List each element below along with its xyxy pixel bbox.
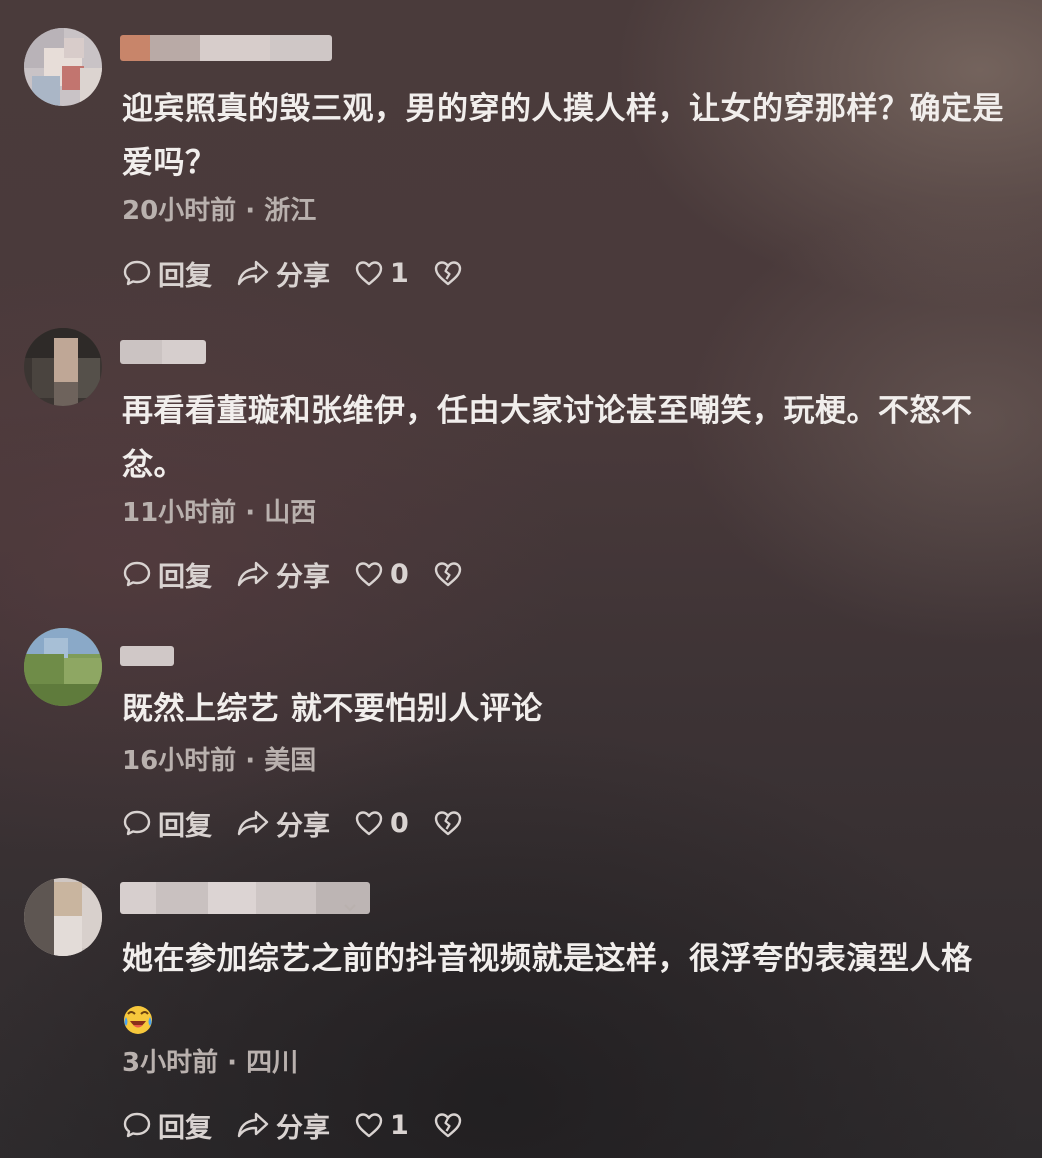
like-count: 1 (390, 1109, 409, 1141)
share-arrow-icon (237, 810, 269, 836)
comment-meta: 11小时前 · 山西 (122, 498, 316, 528)
reply-button[interactable]: 回复 (122, 254, 212, 293)
heart-icon (355, 811, 383, 836)
comment-meta: 3小时前 · 四川 (122, 1048, 298, 1078)
speech-bubble-icon (123, 810, 151, 836)
comment-time: 20小时前 (122, 196, 237, 226)
reply-button[interactable]: 回复 (122, 804, 212, 843)
avatar[interactable] (24, 628, 102, 706)
heart-icon (355, 562, 383, 587)
share-arrow-icon (237, 1112, 269, 1138)
avatar[interactable] (24, 878, 102, 956)
comment-text: 她在参加综艺之前的抖音视频就是这样，很浮夸的表演型人格 (122, 932, 1032, 1040)
broken-heart-icon (434, 562, 461, 587)
speech-bubble-icon (123, 561, 151, 587)
share-label: 分享 (276, 561, 330, 593)
like-count: 0 (390, 807, 409, 839)
share-label: 分享 (276, 810, 330, 842)
comment-time: 16小时前 (122, 746, 237, 776)
share-button[interactable]: 分享 (236, 555, 330, 594)
heart-icon (355, 261, 383, 286)
comment-actions: 回复 分享 1 (122, 254, 493, 293)
reply-label: 回复 (158, 561, 212, 593)
comment-location: 美国 (264, 746, 317, 776)
username-blurred[interactable] (120, 646, 174, 666)
username-blurred[interactable] (120, 882, 370, 914)
comment-text: 迎宾照真的毁三观，男的穿的人摸人样，让女的穿那样？确定是爱吗？ (122, 91, 1004, 181)
comment-actions: 回复 分享 0 (122, 555, 493, 594)
dislike-button[interactable] (433, 808, 469, 838)
share-arrow-icon (237, 561, 269, 587)
share-arrow-icon (237, 260, 269, 286)
like-count: 0 (390, 558, 409, 590)
comment-text: 再看看董璇和张维伊，任由大家讨论甚至嘲笑，玩梗。不怒不忿。 (122, 393, 973, 483)
like-count: 1 (390, 257, 409, 289)
like-button[interactable]: 1 (354, 1110, 409, 1141)
comment-text-content: 她在参加综艺之前的抖音视频就是这样，很浮夸的表演型人格 (122, 941, 973, 977)
broken-heart-icon (434, 261, 461, 286)
comment-item: 既然上综艺 就不要怕别人评论 16小时前 · 美国 回复 分享 0 (0, 610, 1042, 866)
comment-item: 迎宾照真的毁三观，男的穿的人摸人样，让女的穿那样？确定是爱吗？ 20小时前 · … (0, 0, 1042, 300)
comment-actions: 回复 分享 1 (122, 1106, 493, 1145)
reply-label: 回复 (158, 260, 212, 292)
comment-item: 再看看董璇和张维伊，任由大家讨论甚至嘲笑，玩梗。不怒不忿。 11小时前 · 山西… (0, 300, 1042, 610)
comment-item: 她在参加综艺之前的抖音视频就是这样，很浮夸的表演型人格 3小时前 · 四川 回复… (0, 866, 1042, 1158)
username-blurred[interactable] (120, 340, 206, 364)
comment-location: 浙江 (264, 196, 317, 226)
comment-meta: 20小时前 · 浙江 (122, 196, 316, 226)
comment-actions: 回复 分享 0 (122, 804, 493, 843)
share-button[interactable]: 分享 (236, 804, 330, 843)
share-button[interactable]: 分享 (236, 254, 330, 293)
speech-bubble-icon (123, 260, 151, 286)
username-blurred[interactable] (120, 35, 332, 61)
speech-bubble-icon (123, 1112, 151, 1138)
comment-location: 四川 (246, 1048, 299, 1078)
meta-separator: · (245, 498, 265, 528)
reply-label: 回复 (158, 1112, 212, 1144)
share-label: 分享 (276, 260, 330, 292)
comment-time: 3小时前 (122, 1048, 219, 1078)
dislike-button[interactable] (433, 258, 469, 288)
share-label: 分享 (276, 1112, 330, 1144)
reply-button[interactable]: 回复 (122, 555, 212, 594)
comment-text: 既然上综艺 就不要怕别人评论 (122, 691, 543, 727)
heart-icon (355, 1113, 383, 1138)
chevron-down-icon[interactable] (342, 900, 358, 916)
like-button[interactable]: 1 (354, 258, 409, 289)
dislike-button[interactable] (433, 559, 469, 589)
like-button[interactable]: 0 (354, 808, 409, 839)
reply-button[interactable]: 回复 (122, 1106, 212, 1145)
broken-heart-icon (434, 811, 461, 836)
avatar[interactable] (24, 328, 102, 406)
meta-separator: · (227, 1048, 247, 1078)
comment-location: 山西 (264, 498, 317, 528)
like-button[interactable]: 0 (354, 559, 409, 590)
comment-meta: 16小时前 · 美国 (122, 746, 316, 776)
reply-label: 回复 (158, 810, 212, 842)
meta-separator: · (245, 746, 265, 776)
avatar[interactable] (24, 28, 102, 106)
laughing-crying-emoji (122, 999, 154, 1034)
comment-time: 11小时前 (122, 498, 237, 528)
dislike-button[interactable] (433, 1110, 469, 1140)
share-button[interactable]: 分享 (236, 1106, 330, 1145)
broken-heart-icon (434, 1113, 461, 1138)
meta-separator: · (245, 196, 265, 226)
